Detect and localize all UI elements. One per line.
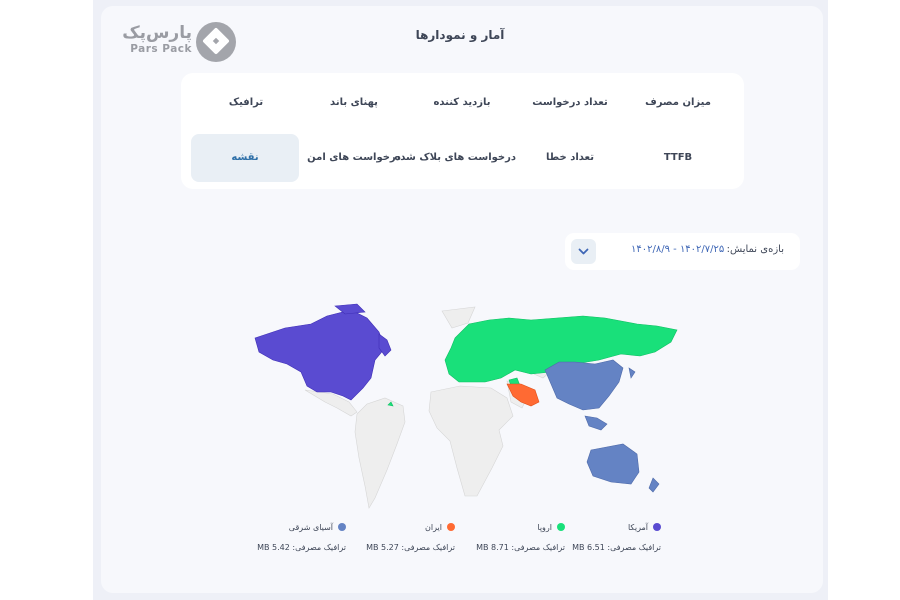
legend-europe-dot bbox=[557, 523, 565, 531]
logo-mark-icon bbox=[196, 22, 236, 62]
legend-iran-label: ایران bbox=[425, 523, 442, 532]
legend-america-value: ترافیک مصرفی: 6.51 MB bbox=[572, 543, 661, 552]
page-title: آمار و نمودارها bbox=[415, 28, 505, 42]
tab-error-count[interactable]: تعداد خطا bbox=[516, 134, 624, 182]
map-region-east-asia bbox=[544, 359, 660, 493]
chart-tabs: میزان مصرف تعداد درخواست بازدید کننده په… bbox=[181, 73, 744, 189]
tab-traffic[interactable]: ترافیک bbox=[192, 79, 300, 127]
legend-europe-label: اروپا bbox=[537, 523, 552, 532]
map-region-america bbox=[254, 303, 392, 401]
legend-america-label: آمریکا bbox=[627, 523, 648, 532]
logo-text-en: Pars Pack bbox=[130, 43, 192, 55]
tab-usage[interactable]: میزان مصرف bbox=[624, 79, 732, 127]
date-range-picker[interactable]: بازه‌ی نمایش: ۱۴۰۲/۷/۲۵ - ۱۴۰۲/۸/۹ bbox=[565, 233, 800, 270]
tab-secure-requests[interactable]: درخواست های امن bbox=[300, 134, 408, 182]
date-range-label: بازه‌ی نمایش: bbox=[726, 244, 784, 255]
legend-iran-value: ترافیک مصرفی: 5.27 MB bbox=[366, 543, 455, 552]
legend-iran-dot bbox=[447, 523, 455, 531]
legend-america: آمریکا ترافیک مصرفی: 6.51 MB bbox=[551, 523, 661, 557]
legend-iran: ایران ترافیک مصرفی: 5.27 MB bbox=[345, 523, 455, 557]
legend-east-asia-dot bbox=[338, 523, 346, 531]
tab-visitors[interactable]: بازدید کننده bbox=[408, 79, 516, 127]
tab-map[interactable]: نقشه bbox=[191, 134, 299, 182]
date-range-value: ۱۴۰۲/۷/۲۵ - ۱۴۰۲/۸/۹ bbox=[631, 244, 725, 255]
logo-text: پارس‌پک Pars Pack bbox=[122, 23, 192, 56]
legend-america-dot bbox=[653, 523, 661, 531]
parspack-logo: پارس‌پک Pars Pack bbox=[122, 20, 238, 66]
date-range-dropdown-button[interactable] bbox=[571, 239, 596, 264]
tab-ttfb[interactable]: TTFB bbox=[624, 134, 732, 182]
legend-europe-value: ترافیک مصرفی: 8.71 MB bbox=[476, 543, 565, 552]
tab-blocked-requests[interactable]: درخواست های بلاک شده bbox=[394, 134, 516, 182]
tab-bandwidth[interactable]: پهنای باند bbox=[300, 79, 408, 127]
legend-east-asia: آسیای شرقی ترافیک مصرفی: 5.42 MB bbox=[236, 523, 346, 557]
tab-request-count[interactable]: تعداد درخواست bbox=[516, 79, 624, 127]
legend-east-asia-label: آسیای شرقی bbox=[288, 523, 333, 532]
world-map bbox=[254, 303, 678, 509]
logo-text-fa: پارس‌پک bbox=[122, 23, 192, 43]
legend-east-asia-value: ترافیک مصرفی: 5.42 MB bbox=[257, 543, 346, 552]
legend-europe: اروپا ترافیک مصرفی: 8.71 MB bbox=[455, 523, 565, 557]
chevron-down-icon bbox=[578, 248, 589, 255]
